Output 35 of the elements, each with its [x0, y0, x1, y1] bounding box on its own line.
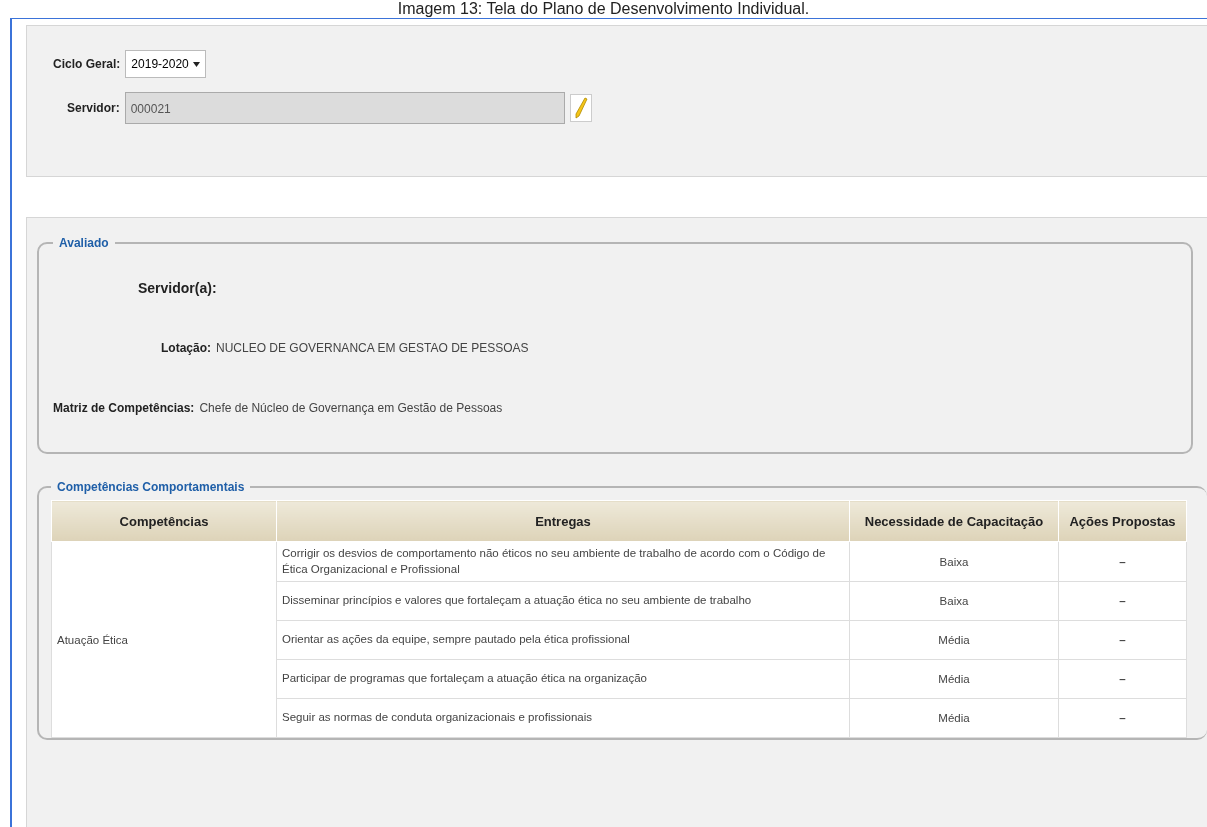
column-header: Ações Propostas [1058, 500, 1187, 542]
table-cell: Média [849, 659, 1059, 699]
field-label: Matriz de Competências: [53, 401, 195, 415]
table-cell: Participar de programas que fortaleçam a atuação ética na organização [276, 659, 850, 699]
pencil-icon [573, 97, 588, 119]
group-legend: Avaliado [53, 236, 115, 250]
table-cell: – [1058, 698, 1187, 738]
column-header: Entregas [276, 500, 850, 542]
server-field[interactable]: 000021 [124, 92, 565, 124]
table-cell: Média [849, 698, 1059, 738]
table-cell: – [1058, 620, 1187, 660]
table-cell: Baixa [849, 581, 1059, 621]
cycle-label: Ciclo Geral: [53, 57, 121, 71]
server-label: Servidor: [67, 101, 120, 115]
column-header: Competências [51, 500, 277, 542]
table-cell: Orientar as ações da equipe, sempre pautado pela ética profissional [276, 620, 850, 660]
field-label: Servidor(a): [138, 280, 217, 296]
caret-icon [192, 61, 200, 67]
table-cell: Média [849, 620, 1059, 660]
table-cell: Atuação Ética [51, 541, 277, 738]
table-cell: – [1058, 541, 1187, 582]
table-cell: Baixa [849, 541, 1059, 582]
table-cell: Disseminar princípios e valores que fortaleçam a atuação ética no seu ambiente de trabalho [276, 581, 850, 621]
cycle-dropdown[interactable]: 2019-2020 [125, 50, 206, 78]
field-value: Chefe de Núcleo de Governança em Gestão de Pessoas [199, 401, 503, 415]
edit-button[interactable] [569, 94, 592, 122]
group-legend: Competências Comportamentais [51, 480, 251, 494]
field-label: Lotação: [161, 341, 211, 355]
column-header: Necessidade de Capacitação [849, 500, 1059, 542]
table-cell: Seguir as normas de conduta organizacionais e profissionais [276, 698, 850, 738]
figure-caption: Imagem 13: Tela do Plano de Desenvolvimento Individual. [396, 0, 811, 18]
table-cell: – [1058, 659, 1187, 699]
field-value: NUCLEO DE GOVERNANCA EM GESTAO DE PESSOAS [216, 341, 529, 355]
table-cell: Corrigir os desvios de comportamento não éticos no seu ambiente de trabalho de acordo com o Código de Ética Organizacional e Profissional [276, 541, 850, 582]
table-cell: – [1058, 581, 1187, 621]
